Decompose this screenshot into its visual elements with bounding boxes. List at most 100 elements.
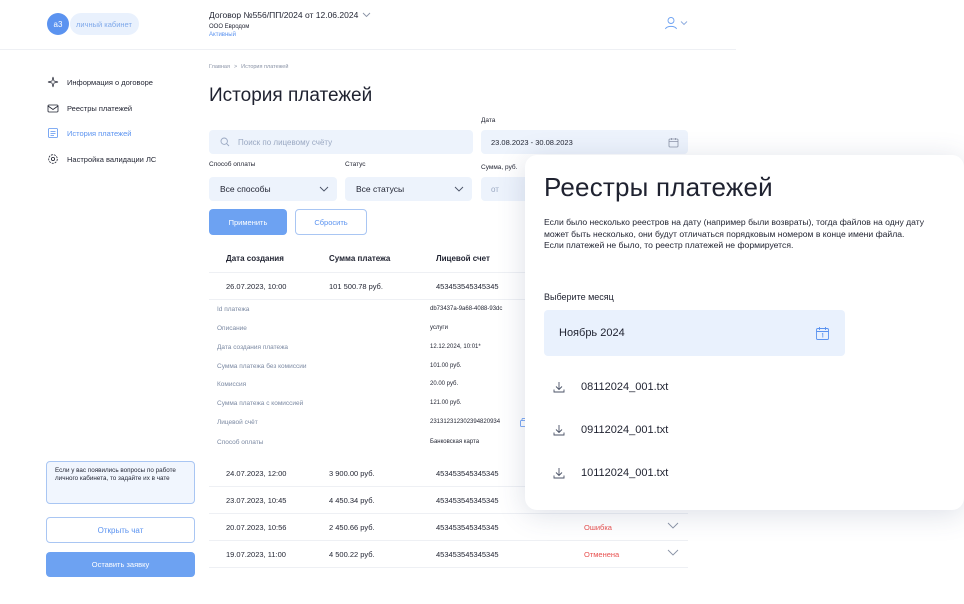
row-account: 453453545345345 [436,469,499,478]
detail-value: 231312312302394820934 [430,419,501,425]
contract-status: Активный [209,32,236,38]
column-header-date: Дата создания [226,254,284,263]
payment-method-value: Все способы [220,184,271,194]
row-account: 453453545345345 [436,496,499,505]
search-input[interactable]: Поиск по лицевому счёту [209,130,473,154]
chevron-down-icon [319,186,329,192]
detail-key: Описание [217,325,247,332]
search-placeholder: Поиск по лицевому счёту [238,137,333,147]
detail-value: db73437a-9a68-4088-93dc [430,306,503,312]
row-sum: 4 500.22 руб. [329,550,375,559]
row-date: 20.07.2023, 10:56 [226,523,287,532]
contract-selector[interactable]: Договор №556/ПП/2024 от 12.06.2024 ООО Е… [209,10,371,38]
status-label: Статус [345,161,366,168]
column-header-account: Лицевой счет [436,254,490,263]
registry-file-item[interactable]: 08112024_001.txt [553,381,668,393]
detail-key: Дата создания платежа [217,344,289,351]
breadcrumb-home[interactable]: Главная [209,64,230,70]
sparkle-icon [47,76,59,88]
list-icon [48,128,58,138]
registry-file-item[interactable]: 09112024_001.txt [553,424,668,436]
page-title: История платежей [209,85,373,106]
detail-value: 20.00 руб. [430,381,459,387]
status-badge: Отменена [584,550,620,559]
row-date: 24.07.2023, 12:00 [226,469,287,478]
detail-value: Банковская карта [430,439,480,445]
open-chat-button[interactable]: Открыть чат [46,517,195,543]
file-name: 09112024_001.txt [581,424,669,436]
sum-from-input[interactable]: от [481,177,531,201]
calendar-icon[interactable] [668,137,679,148]
apply-button[interactable]: Применить [209,209,287,235]
sidebar-item-label: История платежей [67,128,132,138]
envelope-icon [47,104,59,113]
breadcrumb-separator: > [233,64,238,70]
detail-key: Сумма платежа с комиссией [217,400,304,407]
modal-title: Реестры платежей [544,172,773,202]
org-name: ООО Евродом [209,24,250,30]
modal-description: Если было несколько реестров на дату (на… [544,217,946,252]
download-icon [553,425,565,436]
top-header: а3 личный кабинет Договор №556/ПП/2024 о… [0,0,736,50]
personal-cabinet-link[interactable]: личный кабинет [70,13,139,35]
detail-value: 101.00 руб. [430,363,462,369]
sum-label: Сумма, руб. [481,164,518,171]
detail-value: 121.00 руб. [430,400,462,406]
file-name: 08112024_001.txt [581,381,669,393]
row-sum: 4 450.34 руб. [329,496,375,505]
download-icon [553,382,565,393]
status-select[interactable]: Все статусы [345,177,472,201]
date-label: Дата [481,117,496,124]
detail-key: Комиссия [217,381,247,388]
download-icon [553,468,565,479]
sidebar-item-payment-registries[interactable]: Реестры платежей [47,102,132,114]
chevron-down-icon [680,21,688,26]
detail-key: Id платежа [217,306,250,313]
chevron-down-icon [454,186,464,192]
row-date: 26.07.2023, 10:00 [226,282,287,291]
sidebar-item-label: Реестры платежей [67,103,133,113]
row-account: 453453545345345 [436,282,499,291]
reset-button[interactable]: Сбросить [295,209,367,235]
payment-method-select[interactable]: Все способы [209,177,337,201]
chevron-down-icon[interactable] [667,549,679,556]
sidebar-item-payment-history[interactable]: История платежей [47,127,131,139]
avatar[interactable]: а3 [47,13,69,35]
table-row[interactable]: 20.07.2023, 10:56 2 450.66 руб. 45345354… [209,514,688,541]
leave-request-button[interactable]: Оставить заявку [46,552,195,577]
row-account: 453453545345345 [436,550,499,559]
date-range-field[interactable]: 23.08.2023 - 30.08.2023 [481,130,688,154]
contract-title[interactable]: Договор №556/ПП/2024 от 12.06.2024 [209,10,371,20]
payment-registries-modal: Реестры платежей Если было несколько рее… [525,155,964,510]
user-icon [665,17,677,30]
row-sum: 3 900.00 руб. [329,469,375,478]
search-icon [220,137,230,147]
sidebar-item-validation-settings[interactable]: Настройка валидации ЛС [47,153,156,165]
registry-file-item[interactable]: 10112024_001.txt [553,467,668,479]
detail-key: Сумма платежа без комиссии [217,363,307,370]
month-label: Выберите месяц [544,292,614,302]
sidebar-item-contract-info[interactable]: Информация о договоре [47,76,153,88]
sidebar-item-label: Информация о договоре [67,77,153,87]
user-menu-button[interactable] [664,16,688,30]
detail-key: Способ оплаты [217,439,264,446]
month-value: Ноябрь 2024 [559,327,625,339]
table-row[interactable]: 19.07.2023, 11:00 4 500.22 руб. 45345354… [209,541,688,568]
detail-value: услуги [430,325,448,331]
month-picker[interactable]: Ноябрь 2024 [544,310,845,356]
modal-description-line: Если платежей не было, то реестр платеже… [544,240,794,251]
breadcrumb: Главная > История платежей [209,64,288,70]
sidebar: Информация о договоре Реестры платежей И… [0,50,200,604]
breadcrumb-current: История платежей [241,64,289,70]
status-value: Все статусы [356,184,405,194]
modal-description-line: Если было несколько реестров на дату (на… [544,217,925,239]
detail-value: 12.12.2024, 10:01* [430,344,481,350]
gear-icon [48,154,58,164]
file-name: 10112024_001.txt [581,467,669,479]
chevron-down-icon [362,12,371,18]
row-account: 453453545345345 [436,523,499,532]
row-date: 23.07.2023, 10:45 [226,496,287,505]
help-notice: Если у вас появились вопросы по работе л… [46,461,195,504]
calendar-icon[interactable] [815,326,830,341]
chevron-down-icon[interactable] [667,522,679,529]
